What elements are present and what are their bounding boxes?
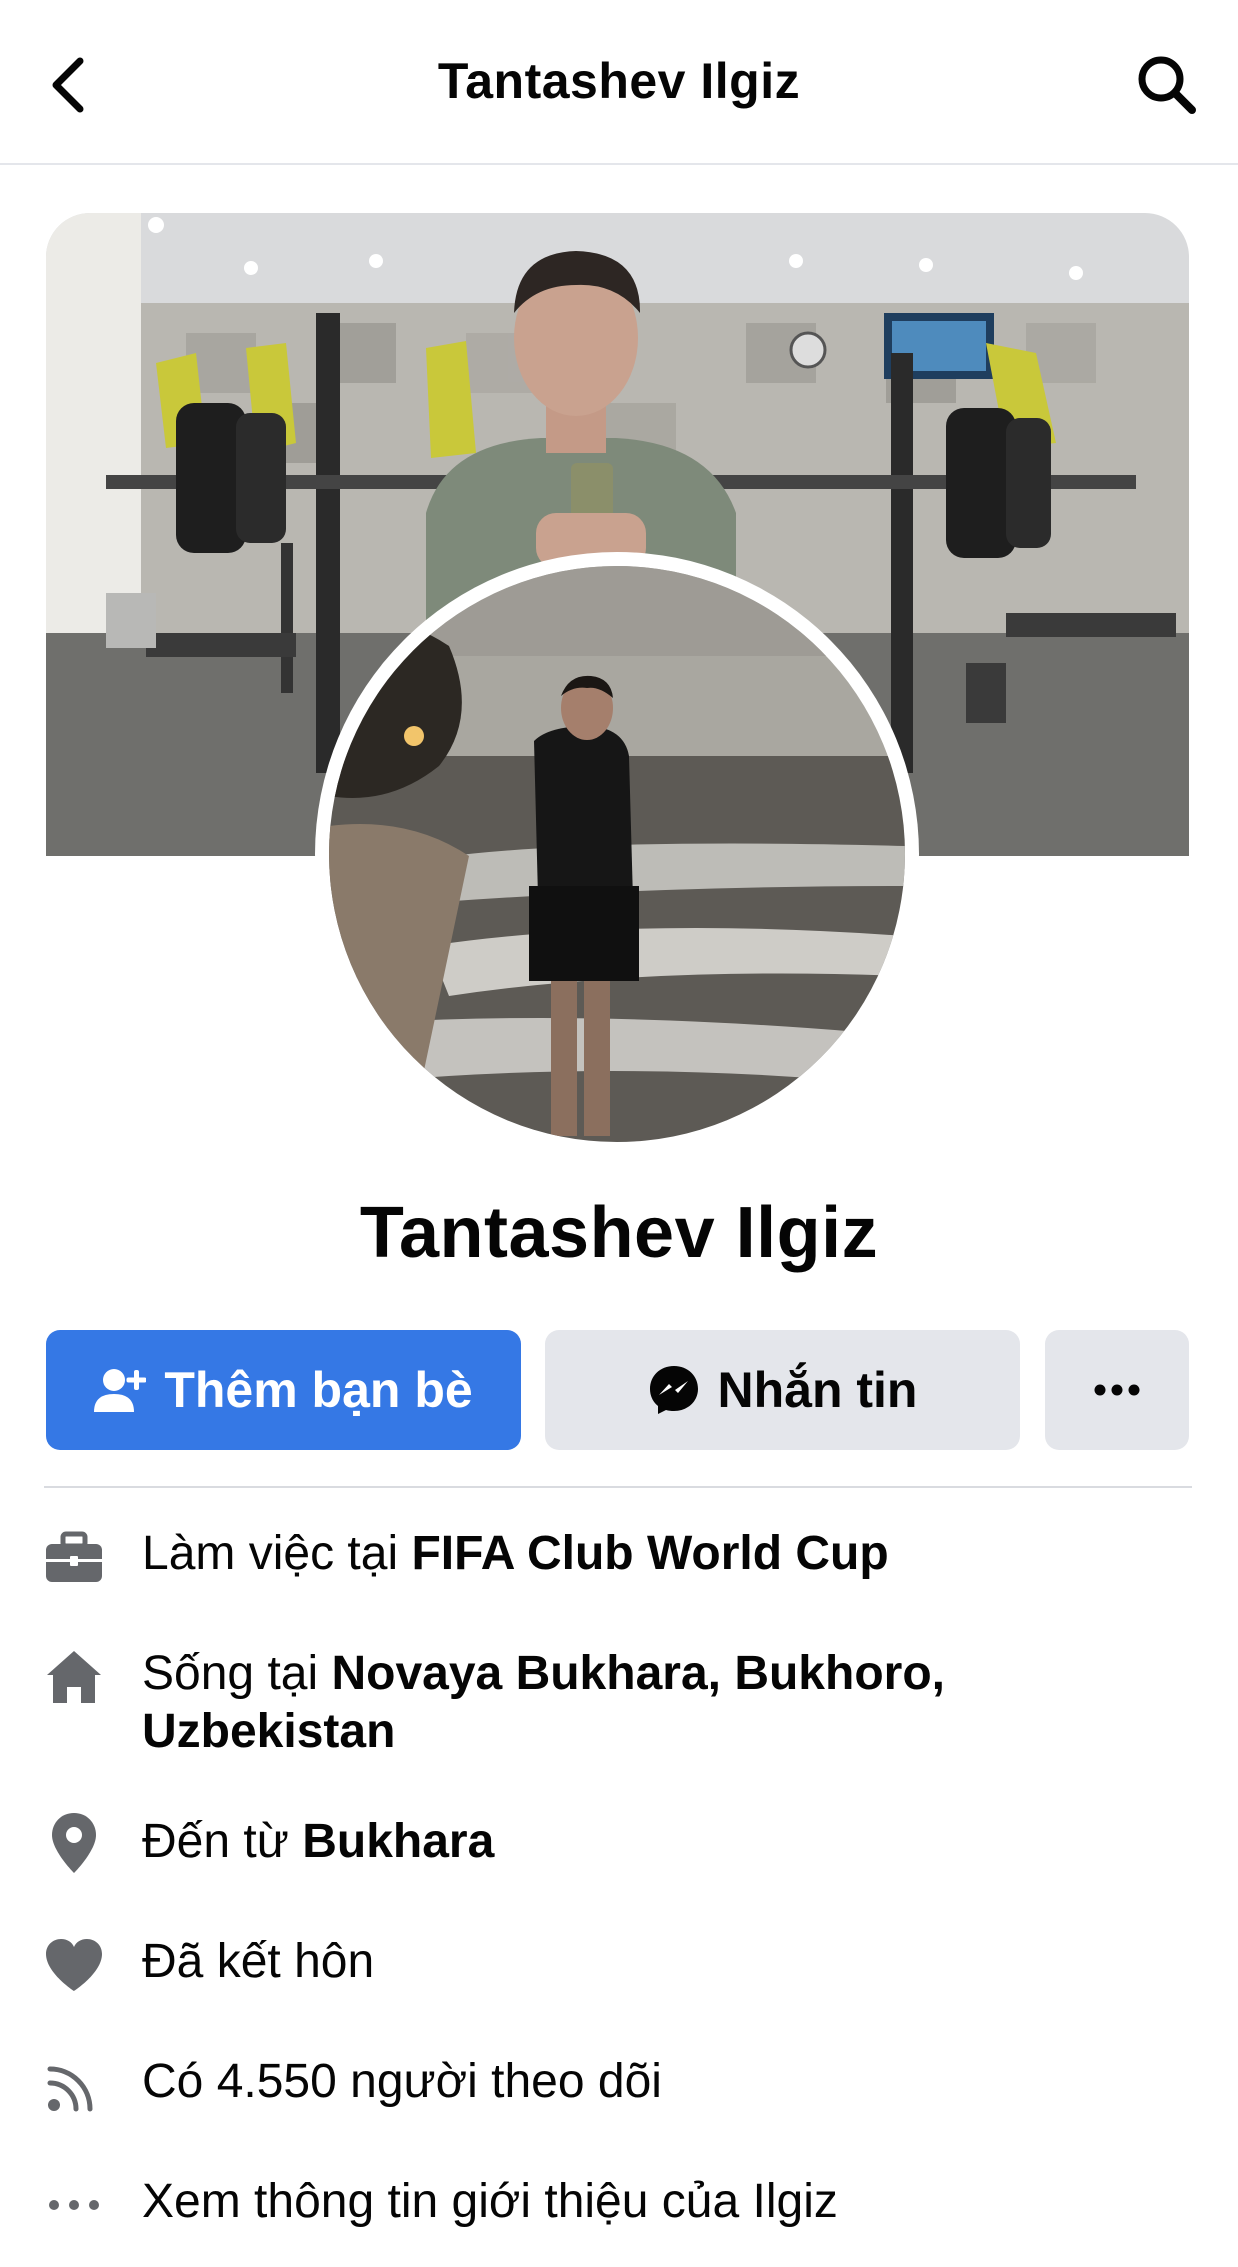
intro-work-prefix: Làm việc tại [142, 1527, 412, 1580]
intro-relationship-text: Đã kết hôn [142, 1935, 375, 1988]
intro-lives-link-line2[interactable]: Uzbekistan [142, 1705, 395, 1758]
briefcase-icon [44, 1528, 104, 1588]
message-button[interactable]: Nhắn tin [545, 1330, 1020, 1450]
intro-from-prefix: Đến từ [142, 1815, 303, 1868]
intro-work-text: Làm việc tại FIFA Club World Cup [142, 1525, 1194, 1583]
more-dots-icon [1094, 1384, 1140, 1396]
location-pin-icon [44, 1813, 104, 1873]
profile-name: Tantashev Ilgiz [359, 1193, 879, 1273]
intro-lives-text: Sống tại Novaya Bukhara, Bukhoro, Uzbeki… [142, 1645, 1194, 1761]
add-friend-button[interactable]: Thêm bạn bè [46, 1330, 521, 1450]
search-icon [1138, 56, 1196, 114]
top-bar: Tantashev Ilgiz [0, 0, 1238, 165]
intro-work-link[interactable]: FIFA Club World Cup [411, 1527, 888, 1580]
add-friend-label: Thêm bạn bè [164, 1362, 473, 1418]
heart-icon [44, 1935, 104, 1995]
intro-lives-prefix: Sống tại [142, 1647, 332, 1700]
profile-picture[interactable] [329, 566, 905, 1142]
intro-from-link[interactable]: Bukhara [302, 1815, 494, 1868]
more-options-button[interactable] [1045, 1330, 1189, 1450]
profile-picture-frame [315, 552, 919, 1156]
page-title: Tantashev Ilgiz [437, 53, 801, 109]
more-horizontal-icon [44, 2175, 104, 2235]
intro-from-text: Đến từ Bukhara [142, 1813, 1194, 1871]
section-divider [44, 1486, 1192, 1488]
rss-feed-icon [44, 2055, 104, 2115]
messenger-icon [648, 1364, 700, 1416]
see-about-text: Xem thông tin giới thiệu của Ilgiz [142, 2175, 838, 2228]
message-label: Nhắn tin [717, 1362, 918, 1418]
search-button[interactable] [1132, 50, 1202, 120]
avatar-image [329, 566, 905, 1142]
intro-followers-text: Có 4.550 người theo dõi [142, 2055, 662, 2108]
profile-actions: Thêm bạn bè Nhắn tin [46, 1330, 1189, 1450]
intro-lives-link-line1[interactable]: Novaya Bukhara, Bukhoro, [331, 1647, 945, 1700]
home-icon [44, 1647, 104, 1707]
add-friend-icon [94, 1366, 147, 1414]
